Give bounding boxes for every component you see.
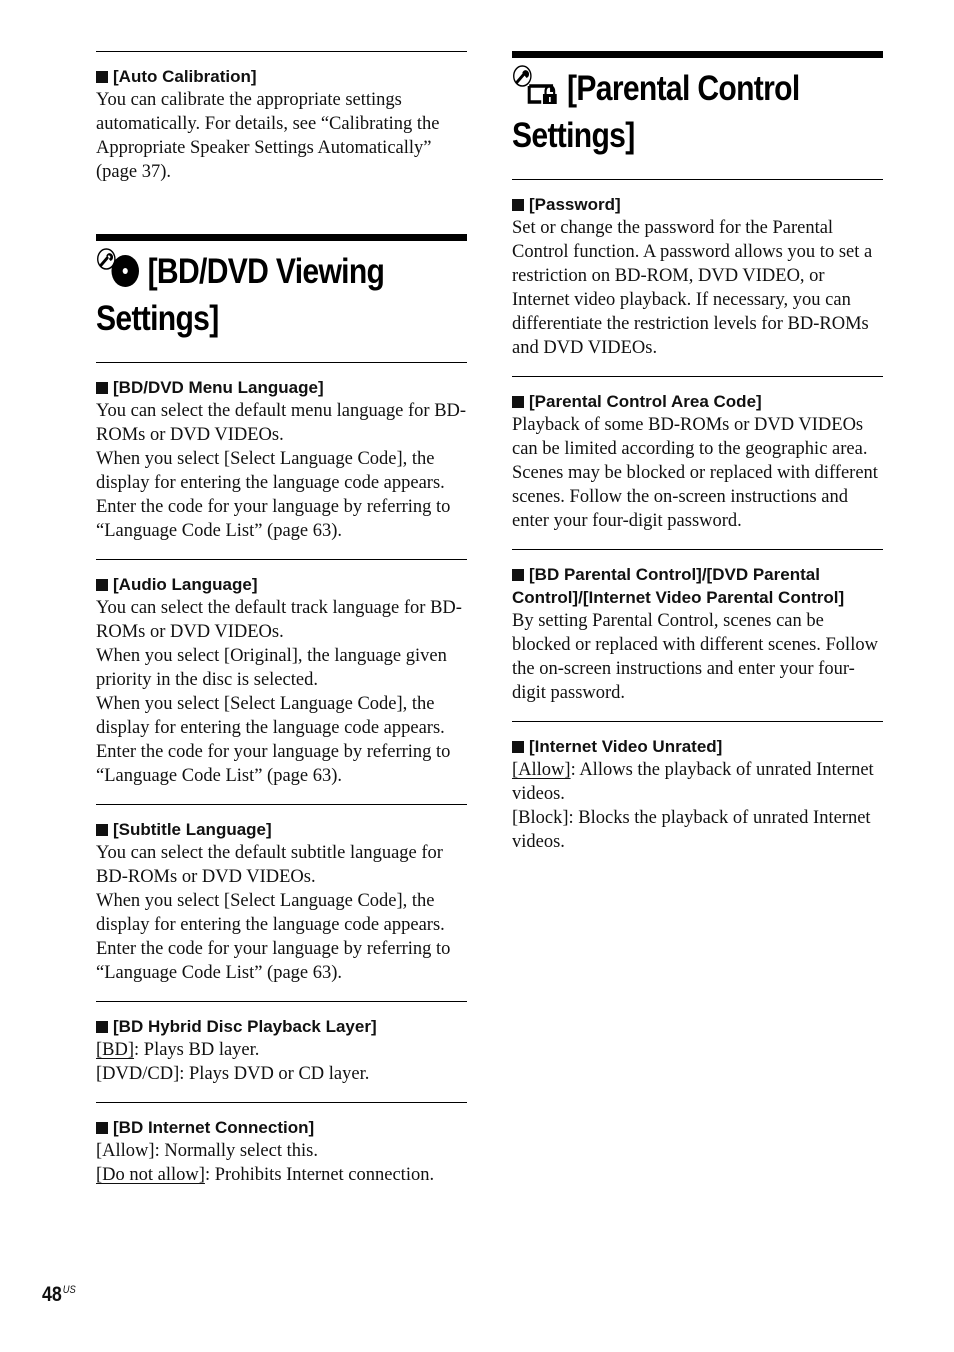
bullet-square-icon bbox=[96, 1021, 108, 1033]
option-label-default: [Allow] bbox=[512, 760, 571, 780]
chapter-title: [Parental Control Settings] bbox=[512, 64, 882, 157]
section-heading: [BD Parental Control]/[DVD Parental Cont… bbox=[512, 565, 845, 607]
paragraph: By setting Parental Control, scenes can … bbox=[512, 611, 878, 703]
section-heading: [Auto Calibration] bbox=[96, 65, 467, 88]
section-heading: [Parental Control Area Code] bbox=[512, 390, 883, 413]
paragraph: Playback of some BD-ROMs or DVD VIDEOs c… bbox=[512, 415, 878, 531]
option-label-default: [Do not allow] bbox=[96, 1165, 205, 1185]
bullet-square-icon bbox=[512, 569, 524, 581]
section-body: Playback of some BD-ROMs or DVD VIDEOs c… bbox=[512, 413, 883, 533]
paragraph: When you select [Original], the language… bbox=[96, 646, 447, 690]
section-heading: [Subtitle Language] bbox=[96, 818, 467, 841]
wrench-disc-icon bbox=[96, 247, 144, 297]
right-column: [Parental Control Settings] [Password] S… bbox=[512, 51, 883, 870]
bullet-square-icon bbox=[512, 741, 524, 753]
left-column: [Auto Calibration] You can calibrate the… bbox=[96, 51, 467, 1203]
section-menu-language: [BD/DVD Menu Language] You can select th… bbox=[96, 363, 467, 559]
section-auto-calibration: [Auto Calibration] You can calibrate the… bbox=[96, 52, 467, 200]
section-heading: [BD Hybrid Disc Playback Layer] bbox=[96, 1015, 467, 1038]
section-heading: [BD Internet Connection] bbox=[96, 1116, 467, 1139]
paragraph: You can calibrate the appropriate settin… bbox=[96, 90, 440, 182]
bullet-square-icon bbox=[96, 824, 108, 836]
section-audio-language: [Audio Language] You can select the defa… bbox=[96, 560, 467, 804]
section-area-code: [Parental Control Area Code] Playback of… bbox=[512, 377, 883, 549]
section-body: You can select the default menu language… bbox=[96, 399, 467, 543]
paragraph: You can select the default menu language… bbox=[96, 401, 467, 445]
section-hybrid-disc: [BD Hybrid Disc Playback Layer] [BD]: Pl… bbox=[96, 1002, 467, 1102]
chapter-title: [BD/DVD Viewing Settings] bbox=[96, 247, 466, 340]
section-body: Set or change the password for the Paren… bbox=[512, 216, 883, 360]
option-label: [Block] bbox=[512, 808, 569, 828]
chapter-bd-dvd-viewing: [BD/DVD Viewing Settings] bbox=[96, 241, 467, 362]
section-internet-connection: [BD Internet Connection] [Allow]: Normal… bbox=[96, 1103, 467, 1203]
section-body: You can calibrate the appropriate settin… bbox=[96, 88, 467, 184]
paragraph: When you select [Select Language Code], … bbox=[96, 449, 451, 541]
option-item: [DVD/CD]: Plays DVD or CD layer. bbox=[96, 1064, 370, 1084]
page-number: 48US bbox=[42, 1283, 76, 1306]
section-body: [Allow]: Allows the playback of unrated … bbox=[512, 758, 883, 854]
chapter-divider bbox=[512, 51, 883, 58]
section-heading: [Password] bbox=[512, 193, 883, 216]
paragraph: You can select the default subtitle lang… bbox=[96, 843, 443, 887]
option-label: [DVD/CD] bbox=[96, 1064, 180, 1084]
option-label: [Allow] bbox=[96, 1141, 155, 1161]
region-suffix: US bbox=[62, 1284, 76, 1296]
paragraph: When you select [Select Language Code], … bbox=[96, 694, 451, 786]
option-item: [Allow]: Normally select this. bbox=[96, 1141, 318, 1161]
wrench-lock-icon bbox=[512, 64, 564, 114]
chapter-parental-control: [Parental Control Settings] bbox=[512, 58, 883, 179]
section-subtitle-language: [Subtitle Language] You can select the d… bbox=[96, 805, 467, 1001]
bullet-square-icon bbox=[96, 382, 108, 394]
section-video-unrated: [Internet Video Unrated] [Allow]: Allows… bbox=[512, 722, 883, 870]
section-password: [Password] Set or change the password fo… bbox=[512, 180, 883, 376]
option-item: [BD]: Plays BD layer. bbox=[96, 1040, 260, 1060]
option-label-default: [BD] bbox=[96, 1040, 135, 1060]
section-body: [BD]: Plays BD layer. [DVD/CD]: Plays DV… bbox=[96, 1038, 467, 1086]
section-body: [Allow]: Normally select this. [Do not a… bbox=[96, 1139, 467, 1187]
section-body: By setting Parental Control, scenes can … bbox=[512, 609, 883, 705]
bullet-square-icon bbox=[512, 396, 524, 408]
section-heading: [Internet Video Unrated] bbox=[512, 735, 883, 758]
paragraph: Set or change the password for the Paren… bbox=[512, 218, 873, 358]
bullet-square-icon bbox=[96, 1122, 108, 1134]
option-item: [Do not allow]: Prohibits Internet conne… bbox=[96, 1165, 435, 1185]
chapter-divider bbox=[96, 234, 467, 241]
section-heading: [BD/DVD Menu Language] bbox=[96, 376, 467, 399]
bullet-square-icon bbox=[96, 579, 108, 591]
paragraph: You can select the default track languag… bbox=[96, 598, 462, 642]
option-item: [Block]: Blocks the playback of unrated … bbox=[512, 808, 871, 852]
section-body: You can select the default subtitle lang… bbox=[96, 841, 467, 985]
section-body: You can select the default track languag… bbox=[96, 596, 467, 788]
bullet-square-icon bbox=[512, 199, 524, 211]
section-heading: [Audio Language] bbox=[96, 573, 467, 596]
section-parental-controls: [BD Parental Control]/[DVD Parental Cont… bbox=[512, 550, 883, 721]
bullet-square-icon bbox=[96, 71, 108, 83]
paragraph: When you select [Select Language Code], … bbox=[96, 891, 451, 983]
option-item: [Allow]: Allows the playback of unrated … bbox=[512, 760, 874, 804]
